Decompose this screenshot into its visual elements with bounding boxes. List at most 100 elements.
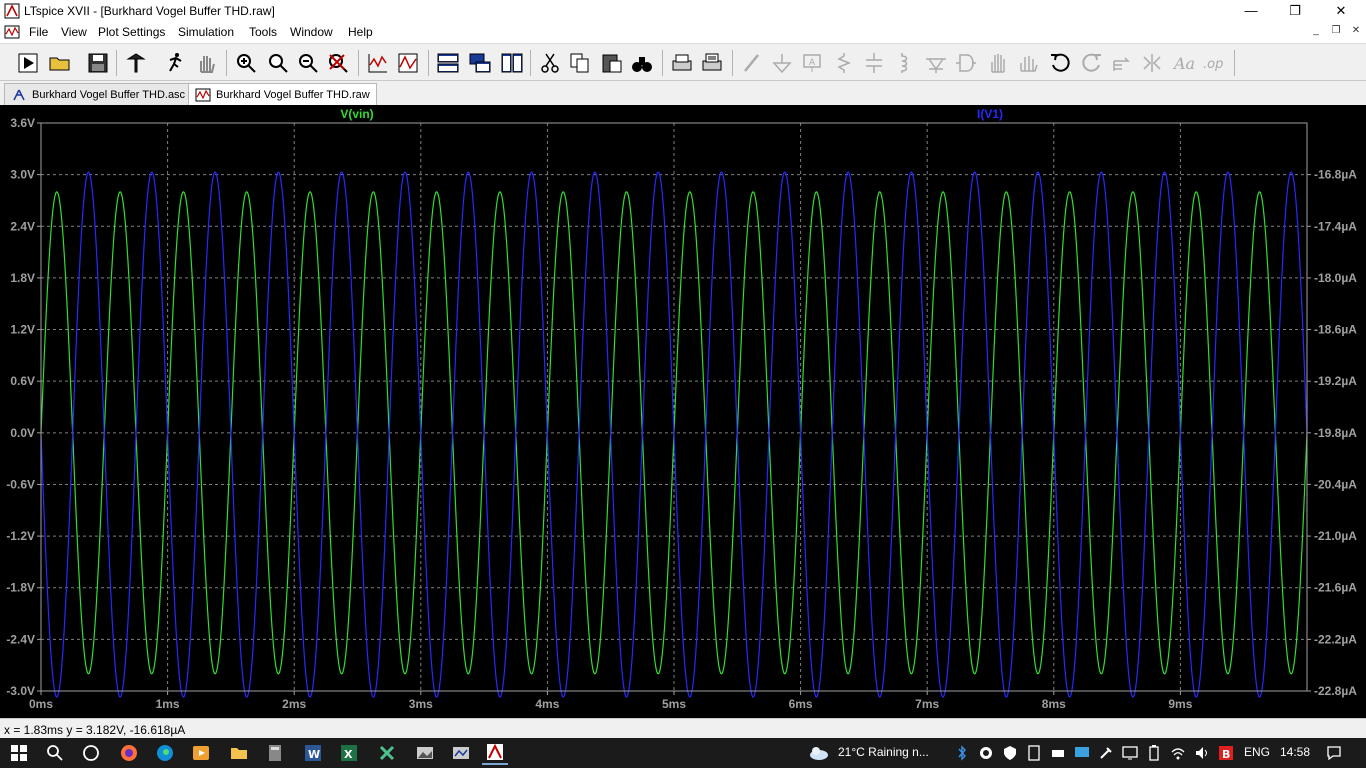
zoom-fit-icon[interactable] [324,49,352,77]
mdi-minimize-button[interactable]: _ [1306,25,1326,41]
rotate-icon[interactable] [1108,49,1136,77]
bluetooth-icon[interactable] [954,745,970,761]
close-button[interactable]: ✕ [1318,0,1364,22]
tile-vertical-icon[interactable] [434,49,462,77]
waveform-window-icon[interactable] [4,24,20,40]
display-icon[interactable] [1074,745,1090,761]
maximize-button[interactable]: ❐ [1272,0,1318,22]
network-icon[interactable] [448,741,474,765]
menu-file[interactable]: File [29,25,48,39]
run-icon[interactable] [14,49,42,77]
wire-icon[interactable] [738,49,766,77]
cut-icon[interactable] [536,49,564,77]
calculator-icon[interactable] [262,741,288,765]
control-panel-icon[interactable] [122,49,150,77]
tab-schematic[interactable]: Burkhard Vogel Buffer THD.asc [4,83,193,105]
undo-icon[interactable] [1046,49,1074,77]
toolbar: A Aa .op [0,43,1366,81]
ltspice-icon[interactable] [482,741,508,765]
mirror-icon[interactable] [1138,49,1166,77]
menu-bar: File View Plot Settings Simulation Tools… [0,22,1366,43]
volume-icon[interactable] [1194,745,1210,761]
diode-icon[interactable] [922,49,950,77]
usb-drive-icon[interactable] [1050,745,1066,761]
redo-icon[interactable] [1078,49,1106,77]
security-icon[interactable] [1002,745,1018,761]
mdi-close-button[interactable]: ✕ [1346,25,1366,41]
tools-icon[interactable] [1098,745,1114,761]
autorange-icon[interactable] [364,49,392,77]
menu-window[interactable]: Window [290,25,333,39]
halt-icon[interactable] [192,49,220,77]
zoom-out-icon[interactable] [294,49,322,77]
capacitor-icon[interactable] [860,49,888,77]
drag-icon[interactable] [1014,49,1042,77]
menu-tools[interactable]: Tools [249,25,277,39]
start-icon[interactable] [6,741,32,765]
media-player-icon[interactable] [188,741,214,765]
cursor-readout: x = 1.83ms y = 3.182V, -16.618µA [4,723,186,737]
menu-view[interactable]: View [61,25,87,39]
trace-label-vvin[interactable]: V(vin) [340,107,373,121]
resistor-icon[interactable] [830,49,858,77]
clock[interactable]: 14:58 [1280,745,1310,759]
file-explorer-icon[interactable] [226,741,252,765]
print-setup-icon[interactable] [698,49,726,77]
y-left-tick-label: -1.2V [6,529,35,543]
battery-icon[interactable] [1146,745,1162,761]
trace-label-iv1[interactable]: I(V1) [977,107,1003,121]
print-icon[interactable] [668,49,696,77]
label-net-icon[interactable]: A [798,49,826,77]
mdi-restore-button[interactable]: ❐ [1326,25,1346,41]
x-tick-label: 7ms [915,697,939,711]
pan-zoom-icon[interactable] [264,49,292,77]
paste-icon[interactable] [598,49,626,77]
menu-simulation[interactable]: Simulation [178,25,234,39]
x-tick-label: 4ms [535,697,559,711]
save-icon[interactable] [84,49,112,77]
photo-icon[interactable] [412,741,438,765]
run-man-icon[interactable] [160,49,188,77]
y-left-tick-label: 3.0V [10,168,35,182]
y-left-tick-label: -3.0V [6,684,35,698]
firefox-icon[interactable] [116,741,142,765]
language-indicator[interactable]: ENG [1244,745,1270,759]
tile-horizontal-icon[interactable] [498,49,526,77]
notifications-icon[interactable] [1326,745,1342,761]
excel-icon[interactable]: X [336,741,362,765]
weather-text[interactable]: 21°C Raining n... [838,745,929,759]
monitor-icon[interactable] [1122,745,1138,761]
minimize-button[interactable]: — [1228,0,1274,22]
antivirus-icon[interactable]: B [1218,745,1234,761]
tab-waveform[interactable]: Burkhard Vogel Buffer THD.raw [188,83,377,105]
text-icon[interactable]: Aa [1170,49,1198,77]
waveform-plot-svg[interactable]: 0ms 1ms 2ms 3ms 4ms 5ms 6ms 7ms 8ms 9ms 3.6V 3.0V 2.… [0,105,1366,718]
x-tick-label: 5ms [662,697,686,711]
wifi-icon[interactable] [1170,745,1186,761]
search-icon[interactable] [42,741,68,765]
find-icon[interactable] [628,49,656,77]
zoom-area-icon[interactable] [232,49,260,77]
y-left-tick-label: 2.4V [10,219,35,233]
copy-icon[interactable] [566,49,594,77]
component-icon[interactable] [952,49,980,77]
y-right-tick-label: -21.6µA [1314,581,1357,595]
task-view-icon[interactable] [78,741,104,765]
cortana-app-icon[interactable] [978,745,994,761]
waveform-plot[interactable]: 0ms 1ms 2ms 3ms 4ms 5ms 6ms 7ms 8ms 9ms 3.6V 3.0V 2.… [0,105,1366,718]
edge-icon[interactable] [152,741,178,765]
cascade-icon[interactable] [466,49,494,77]
menu-help[interactable]: Help [348,25,373,39]
word-icon[interactable]: W [300,741,326,765]
tablet-icon[interactable] [1026,745,1042,761]
menu-plot-settings[interactable]: Plot Settings [98,25,165,39]
python-icon[interactable] [374,741,400,765]
grid-icon[interactable] [394,49,422,77]
spice-directive-icon[interactable]: .op [1200,49,1228,77]
ground-icon[interactable] [768,49,796,77]
y-left-tick-label: -2.4V [6,632,35,646]
inductor-icon[interactable] [890,49,918,77]
weather-icon[interactable] [808,744,830,762]
move-icon[interactable] [984,49,1012,77]
open-icon[interactable] [46,49,74,77]
